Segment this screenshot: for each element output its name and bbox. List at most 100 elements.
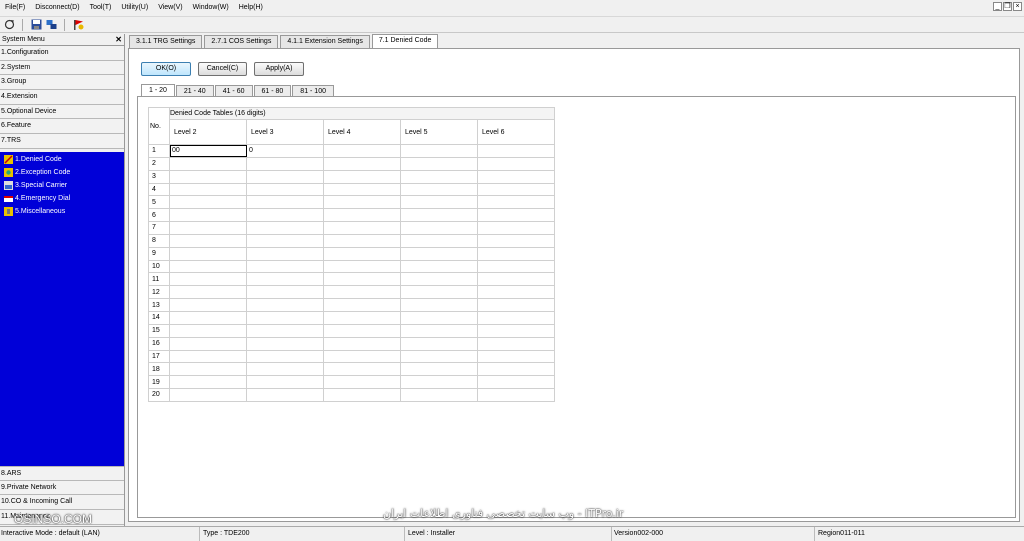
code-cell-level-6[interactable] bbox=[477, 246, 555, 261]
refresh-icon[interactable] bbox=[3, 19, 15, 31]
submenu-item-denied-code[interactable]: 1.Denied Code bbox=[0, 153, 124, 166]
code-cell-level-5[interactable] bbox=[400, 233, 478, 248]
tab-cos-settings[interactable]: 2.7.1 COS Settings bbox=[204, 35, 279, 48]
code-cell-level-4[interactable] bbox=[323, 323, 401, 338]
code-cell-level-4[interactable] bbox=[323, 285, 401, 300]
code-cell-level-3[interactable] bbox=[246, 310, 324, 325]
code-cell-level-5[interactable] bbox=[400, 362, 478, 377]
flag-icon[interactable] bbox=[72, 19, 84, 31]
code-cell-level-3[interactable] bbox=[246, 298, 324, 312]
tab-denied-code[interactable]: 7.1 Denied Code bbox=[371, 34, 439, 48]
code-cell-level-2[interactable] bbox=[169, 233, 247, 248]
code-cell-level-3[interactable] bbox=[246, 272, 324, 287]
code-cell-level-4[interactable] bbox=[323, 208, 401, 223]
code-cell-level-6[interactable] bbox=[477, 362, 555, 377]
apply-button[interactable]: Apply(A) bbox=[254, 62, 304, 76]
code-cell-level-5[interactable] bbox=[400, 388, 478, 402]
code-cell-level-2[interactable] bbox=[169, 310, 247, 325]
code-cell-level-5[interactable] bbox=[400, 182, 478, 197]
code-cell-level-2[interactable] bbox=[169, 362, 247, 377]
code-cell-level-6[interactable] bbox=[477, 208, 555, 223]
menu-window[interactable]: Window(W) bbox=[188, 0, 234, 16]
code-cell-level-2[interactable] bbox=[169, 169, 247, 184]
code-cell-level-4[interactable] bbox=[323, 144, 401, 158]
code-cell-level-3[interactable] bbox=[246, 208, 324, 223]
code-cell-level-2[interactable] bbox=[169, 375, 247, 390]
code-cell-level-3[interactable] bbox=[246, 182, 324, 197]
code-cell-level-5[interactable] bbox=[400, 349, 478, 364]
code-cell-level-4[interactable] bbox=[323, 388, 401, 402]
code-cell-level-3[interactable] bbox=[246, 349, 324, 364]
minimize-icon[interactable]: _ bbox=[993, 2, 1002, 11]
code-cell-level-2[interactable] bbox=[169, 336, 247, 351]
sidebar-close-button[interactable]: ✕ bbox=[115, 35, 122, 44]
restore-icon[interactable]: ❐ bbox=[1003, 2, 1012, 11]
submenu-item-special-carrier[interactable]: 3.Special Carrier bbox=[0, 179, 124, 192]
code-cell-level-4[interactable] bbox=[323, 272, 401, 287]
code-cell-level-4[interactable] bbox=[323, 233, 401, 248]
sidebar-item-feature[interactable]: 6.Feature bbox=[0, 119, 124, 135]
code-cell-level-6[interactable] bbox=[477, 182, 555, 197]
code-cell-level-5[interactable] bbox=[400, 285, 478, 300]
code-cell-level-4[interactable] bbox=[323, 169, 401, 184]
code-cell-level-5[interactable] bbox=[400, 336, 478, 351]
menu-file[interactable]: File(F) bbox=[0, 0, 30, 16]
code-cell-level-3[interactable] bbox=[246, 156, 324, 171]
code-cell-level-3[interactable] bbox=[246, 169, 324, 184]
menu-tool[interactable]: Tool(T) bbox=[85, 0, 117, 16]
sidebar-item-co-incoming-call[interactable]: 10.CO & Incoming Call bbox=[0, 495, 124, 511]
code-cell-level-5[interactable] bbox=[400, 310, 478, 325]
code-cell-level-4[interactable] bbox=[323, 310, 401, 325]
ok-button[interactable]: OK(O) bbox=[141, 62, 191, 76]
code-cell-level-2[interactable] bbox=[169, 272, 247, 287]
sidebar-item-group[interactable]: 3.Group bbox=[0, 75, 124, 91]
code-cell-level-4[interactable] bbox=[323, 349, 401, 364]
code-cell-level-6[interactable] bbox=[477, 285, 555, 300]
code-cell-level-3[interactable] bbox=[246, 285, 324, 300]
code-cell-level-4[interactable] bbox=[323, 182, 401, 197]
submenu-item-emergency-dial[interactable]: 4.Emergency Dial bbox=[0, 192, 124, 205]
code-cell-level-2[interactable] bbox=[169, 156, 247, 171]
sidebar-item-extension[interactable]: 4.Extension bbox=[0, 90, 124, 105]
code-cell-level-3[interactable] bbox=[246, 195, 324, 210]
network-icon[interactable] bbox=[45, 19, 57, 31]
code-cell-level-3[interactable] bbox=[246, 375, 324, 390]
code-cell-level-5[interactable] bbox=[400, 169, 478, 184]
code-cell-level-4[interactable] bbox=[323, 298, 401, 312]
code-cell-level-6[interactable] bbox=[477, 221, 555, 235]
code-cell-level-2[interactable] bbox=[169, 298, 247, 312]
code-cell-level-6[interactable] bbox=[477, 272, 555, 287]
code-cell-level-6[interactable] bbox=[477, 156, 555, 171]
code-cell-level-2[interactable] bbox=[169, 246, 247, 261]
code-cell-level-5[interactable] bbox=[400, 246, 478, 261]
sidebar-item-system[interactable]: 2.System bbox=[0, 60, 124, 76]
code-cell-level-3[interactable] bbox=[246, 362, 324, 377]
code-cell-level-3[interactable] bbox=[246, 323, 324, 338]
code-cell-level-6[interactable] bbox=[477, 388, 555, 402]
cancel-button[interactable]: Cancel(C) bbox=[198, 62, 247, 76]
sidebar-item-ars[interactable]: 8.ARS bbox=[0, 466, 124, 481]
code-cell-level-5[interactable] bbox=[400, 156, 478, 171]
code-cell-level-2[interactable] bbox=[169, 221, 247, 235]
code-cell-level-3[interactable] bbox=[246, 246, 324, 261]
code-cell-level-6[interactable] bbox=[477, 169, 555, 184]
code-cell-level-2[interactable] bbox=[169, 388, 247, 402]
code-cell-level-6[interactable] bbox=[477, 259, 555, 274]
code-cell-level-2[interactable] bbox=[169, 349, 247, 364]
code-cell-level-2[interactable] bbox=[169, 195, 247, 210]
code-cell-level-6[interactable] bbox=[477, 310, 555, 325]
code-cell-level-6[interactable] bbox=[477, 233, 555, 248]
code-cell-level-4[interactable] bbox=[323, 375, 401, 390]
code-cell-level-4[interactable] bbox=[323, 156, 401, 171]
sidebar-item-optional-device[interactable]: 5.Optional Device bbox=[0, 104, 124, 120]
code-cell-level-6[interactable] bbox=[477, 298, 555, 312]
code-cell-level-4[interactable] bbox=[323, 221, 401, 235]
code-cell-level-3[interactable] bbox=[246, 221, 324, 235]
code-cell-level-5[interactable] bbox=[400, 323, 478, 338]
submenu-item-miscellaneous[interactable]: 5.Miscellaneous bbox=[0, 205, 124, 218]
code-cell-level-5[interactable] bbox=[400, 221, 478, 235]
sidebar-item-configuration[interactable]: 1.Configuration bbox=[0, 46, 124, 61]
code-cell-level-3[interactable]: 0 bbox=[246, 144, 324, 158]
code-cell-level-5[interactable] bbox=[400, 195, 478, 210]
code-cell-level-2[interactable] bbox=[169, 259, 247, 274]
